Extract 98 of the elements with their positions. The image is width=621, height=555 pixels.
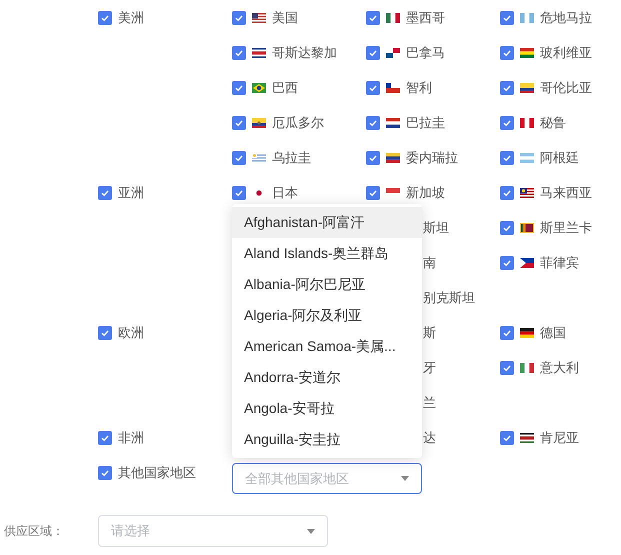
flag-icon bbox=[386, 152, 400, 162]
region-label: 非洲 bbox=[118, 428, 144, 447]
flag-icon bbox=[520, 432, 534, 442]
flag-icon bbox=[520, 152, 534, 162]
country-label: 别克斯坦 bbox=[423, 288, 475, 307]
country-label: 日本 bbox=[272, 184, 298, 202]
checkbox[interactable] bbox=[500, 116, 514, 130]
flag-icon bbox=[252, 82, 266, 92]
caret-icon bbox=[401, 476, 409, 481]
checkbox[interactable] bbox=[500, 430, 514, 444]
checkbox[interactable] bbox=[366, 46, 380, 60]
country-label: 巴拉圭 bbox=[406, 114, 445, 132]
country-label: 哥斯达黎加 bbox=[272, 44, 337, 62]
country-label: 德国 bbox=[540, 324, 566, 342]
checkbox[interactable] bbox=[500, 46, 514, 60]
checkbox[interactable] bbox=[500, 256, 514, 270]
flag-icon bbox=[252, 12, 266, 22]
country-label: 达 bbox=[423, 428, 436, 447]
dropdown-option[interactable]: Aland Islands-奥兰群岛 bbox=[232, 238, 422, 269]
checkbox[interactable] bbox=[366, 116, 380, 130]
select-placeholder: 请选择 bbox=[111, 522, 150, 540]
country-label: 危地马拉 bbox=[540, 8, 592, 27]
region-label: 欧洲 bbox=[118, 324, 144, 342]
checkbox[interactable] bbox=[366, 10, 380, 24]
checkbox[interactable] bbox=[98, 326, 112, 340]
checkbox[interactable] bbox=[232, 80, 246, 94]
country-label: 墨西哥 bbox=[406, 8, 445, 27]
region-label: 亚洲 bbox=[118, 184, 144, 202]
region-label: 美洲 bbox=[118, 8, 144, 27]
dropdown-option[interactable]: Algeria-阿尔及利亚 bbox=[232, 300, 422, 331]
dropdown-option[interactable]: Angola-安哥拉 bbox=[232, 393, 422, 424]
dropdown-option[interactable]: American Samoa-美属... bbox=[232, 331, 422, 362]
country-label: 斯里兰卡 bbox=[540, 218, 592, 237]
checkbox[interactable] bbox=[366, 186, 380, 200]
caret-icon bbox=[307, 528, 315, 534]
flag-icon bbox=[520, 258, 534, 268]
dropdown-option[interactable]: Anguilla-安圭拉 bbox=[232, 424, 422, 455]
dropdown-option[interactable]: Albania-阿尔巴尼亚 bbox=[232, 269, 422, 300]
flag-icon bbox=[386, 118, 400, 128]
country-label: 意大利 bbox=[540, 358, 579, 377]
field-label: 供应区域： bbox=[3, 523, 65, 540]
flag-icon bbox=[520, 82, 534, 92]
checkbox[interactable] bbox=[232, 150, 246, 164]
flag-icon bbox=[520, 188, 534, 198]
checkbox[interactable] bbox=[500, 80, 514, 94]
checkbox[interactable] bbox=[232, 116, 246, 130]
country-label: 马来西亚 bbox=[540, 184, 592, 202]
checkbox[interactable] bbox=[500, 10, 514, 24]
checkbox[interactable] bbox=[500, 326, 514, 340]
country-label: 斯 bbox=[423, 324, 436, 342]
dropdown-option[interactable]: Afghanistan-阿富汗 bbox=[232, 207, 422, 238]
country-label: 兰 bbox=[423, 394, 436, 412]
flag-icon bbox=[520, 362, 534, 372]
flag-icon bbox=[520, 118, 534, 128]
checkbox[interactable] bbox=[500, 360, 514, 374]
flag-icon bbox=[520, 12, 534, 22]
country-label: 阿根廷 bbox=[540, 148, 579, 167]
select-placeholder: 全部其他国家地区 bbox=[245, 470, 349, 488]
flag-icon bbox=[252, 48, 266, 58]
dropdown-option[interactable]: Andorra-安道尔 bbox=[232, 362, 422, 393]
country-label: 委内瑞拉 bbox=[406, 148, 458, 167]
checkbox[interactable] bbox=[232, 10, 246, 24]
flag-icon bbox=[386, 48, 400, 58]
country-label: 新加坡 bbox=[406, 184, 445, 202]
country-label: 厄瓜多尔 bbox=[272, 114, 324, 132]
country-label: 巴西 bbox=[272, 78, 298, 97]
country-label: 玻利维亚 bbox=[540, 44, 592, 62]
flag-icon bbox=[520, 328, 534, 338]
country-label: 牙 bbox=[423, 358, 436, 377]
country-label: 斯坦 bbox=[423, 218, 449, 237]
flag-icon bbox=[520, 222, 534, 232]
country-label: 菲律宾 bbox=[540, 254, 579, 272]
check-icon bbox=[100, 468, 110, 478]
country-label: 智利 bbox=[406, 78, 432, 97]
checkbox[interactable] bbox=[98, 186, 112, 200]
checkbox[interactable] bbox=[500, 150, 514, 164]
country-label: 哥伦比亚 bbox=[540, 78, 592, 97]
country-label: 乌拉圭 bbox=[272, 148, 311, 167]
checkbox[interactable] bbox=[98, 430, 112, 444]
country-label: 肯尼亚 bbox=[540, 428, 579, 447]
flag-icon bbox=[252, 118, 266, 128]
flag-icon bbox=[386, 82, 400, 92]
region-label: 其他国家地区 bbox=[118, 466, 196, 480]
checkbox[interactable] bbox=[232, 186, 246, 200]
checkbox[interactable] bbox=[366, 80, 380, 94]
checkbox[interactable] bbox=[500, 186, 514, 200]
checkbox[interactable] bbox=[500, 220, 514, 234]
flag-icon bbox=[386, 12, 400, 22]
country-label: 南 bbox=[423, 254, 436, 272]
country-label: 秘鲁 bbox=[540, 114, 566, 132]
checkbox[interactable] bbox=[366, 150, 380, 164]
country-label: 美国 bbox=[272, 8, 298, 27]
checkbox[interactable] bbox=[98, 10, 112, 24]
flag-icon bbox=[520, 48, 534, 58]
checkbox[interactable] bbox=[232, 46, 246, 60]
flag-icon bbox=[252, 152, 266, 162]
country-label: 巴拿马 bbox=[406, 44, 445, 62]
checkbox[interactable] bbox=[98, 466, 112, 480]
